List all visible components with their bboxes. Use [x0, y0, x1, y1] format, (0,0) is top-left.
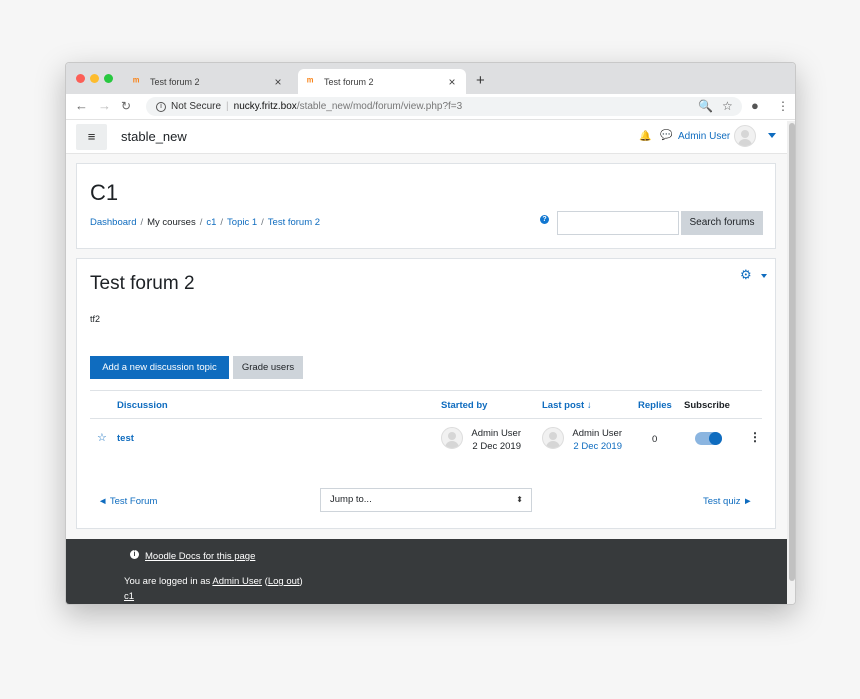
browser-tab-1[interactable]: ᵐ Test forum 2 ×	[124, 69, 292, 94]
moodle-page: ≡ stable_new 🔔 💬 Admin User C1 Dashboard…	[66, 121, 787, 604]
close-tab-icon[interactable]: ×	[272, 75, 284, 89]
logged-in-user-link[interactable]: Admin User	[212, 576, 262, 587]
address-bar[interactable]: i Not Secure | nucky.fritz.box/stable_ne…	[146, 97, 742, 116]
toggle-knob	[709, 432, 722, 445]
discussion-link[interactable]: test	[117, 433, 134, 444]
url-host: nucky.fritz.box	[233, 101, 297, 112]
breadcrumb-separator: /	[199, 217, 203, 228]
help-icon[interactable]: ?	[540, 215, 549, 224]
forum-intro: tf2	[90, 314, 101, 324]
select-arrows-icon: ⬍	[516, 495, 523, 504]
zoom-icon[interactable]: 🔍	[698, 99, 713, 113]
last-post-name[interactable]: Admin User	[567, 427, 622, 440]
page-footer: i Moodle Docs for this page You are logg…	[66, 539, 787, 604]
browser-tab-2[interactable]: ᵐ Test forum 2 ×	[298, 69, 466, 94]
forum-content: Test forum 2 ⚙ tf2 Add a new discussion …	[76, 258, 776, 529]
scrollbar[interactable]	[787, 121, 795, 604]
col-discussion[interactable]: Discussion	[117, 400, 168, 411]
browser-window: ᵐ Test forum 2 × ᵐ Test forum 2 × + ← → …	[65, 62, 796, 605]
notifications-bell-icon[interactable]: 🔔	[639, 131, 651, 142]
close-tab-icon[interactable]: ×	[446, 75, 458, 89]
breadcrumb-dashboard[interactable]: Dashboard	[90, 217, 136, 228]
tab-title: Test forum 2	[150, 76, 200, 87]
top-navbar: ≡ stable_new 🔔 💬 Admin User	[66, 121, 787, 154]
course-title: C1	[90, 180, 119, 205]
prev-activity-link[interactable]: ◄ Test Forum	[98, 496, 157, 507]
close-window-button[interactable]	[76, 74, 85, 83]
sort-arrow-icon: ↓	[586, 400, 592, 411]
started-by-name[interactable]: Admin User	[466, 427, 521, 440]
logged-in-info: You are logged in as Admin User (Log out…	[124, 576, 303, 587]
page-header: C1 Dashboard / My courses / c1/Topic 1/Test …	[76, 163, 776, 249]
col-replies[interactable]: Replies	[638, 400, 672, 411]
course-link[interactable]: c1	[124, 591, 134, 602]
separator: |	[226, 101, 229, 112]
last-post-cell: Admin User 2 Dec 2019	[567, 427, 622, 453]
url-path: /stable_new/mod/forum/view.php?f=3	[296, 101, 463, 112]
browser-toolbar: ← → ↻ i Not Secure | nucky.fritz.box/sta…	[66, 94, 795, 120]
info-icon: i	[130, 550, 139, 559]
started-by-date: 2 Dec 2019	[472, 441, 521, 452]
more-actions-icon[interactable]: ⋮	[749, 430, 761, 444]
started-by-cell: Admin User 2 Dec 2019	[466, 427, 521, 453]
col-last-post[interactable]: Last post ↓	[542, 400, 592, 411]
breadcrumb-course[interactable]: c1	[206, 217, 216, 228]
jump-to-value: Jump to...	[330, 494, 372, 505]
col-subscribe: Subscribe	[684, 400, 730, 411]
breadcrumb-forum[interactable]: Test forum 2	[268, 217, 320, 228]
search-forums-button[interactable]: Search forums	[681, 211, 763, 235]
discussion-table-header: Discussion Started by Last post ↓ Replie…	[90, 390, 762, 419]
jump-to-select[interactable]: Jump to... ⬍	[320, 488, 532, 512]
tab-strip: ᵐ Test forum 2 × ᵐ Test forum 2 × +	[66, 63, 795, 94]
bookmark-star-icon[interactable]: ☆	[722, 99, 733, 113]
breadcrumb-separator: /	[261, 217, 264, 228]
messages-icon[interactable]: 💬	[660, 130, 672, 141]
moodle-favicon-icon: ᵐ	[307, 75, 314, 88]
menu-icon[interactable]: ⋮	[777, 99, 789, 113]
forward-icon[interactable]: →	[98, 98, 111, 113]
grade-users-button[interactable]: Grade users	[233, 356, 303, 379]
replies-count: 0	[652, 434, 658, 445]
info-icon[interactable]: i	[156, 101, 166, 112]
profile-icon[interactable]: ●	[751, 98, 759, 113]
back-icon[interactable]: ←	[75, 98, 88, 113]
logout-link[interactable]: Log out	[268, 576, 300, 587]
scrollbar-thumb[interactable]	[789, 123, 795, 581]
new-tab-button[interactable]: +	[476, 72, 485, 89]
chevron-down-icon[interactable]	[761, 274, 767, 278]
logged-in-prefix: You are logged in as	[124, 576, 213, 587]
breadcrumb-separator: /	[140, 217, 144, 228]
avatar[interactable]	[441, 427, 463, 449]
forum-title: Test forum 2	[90, 273, 195, 294]
avatar[interactable]	[734, 125, 756, 147]
moodle-favicon-icon: ᵐ	[133, 75, 140, 88]
maximize-window-button[interactable]	[104, 74, 113, 83]
moodle-docs-link[interactable]: Moodle Docs for this page	[145, 551, 255, 562]
table-row: ☆ test Admin User 2 Dec 2019 Admin User …	[90, 420, 762, 458]
col-started-by[interactable]: Started by	[441, 400, 487, 411]
search-forums-input[interactable]	[557, 211, 679, 235]
security-label: Not Secure	[171, 101, 222, 112]
user-menu-name[interactable]: Admin User	[678, 131, 730, 142]
breadcrumb-topic[interactable]: Topic 1	[227, 217, 257, 228]
add-discussion-button[interactable]: Add a new discussion topic	[90, 356, 229, 379]
breadcrumb: Dashboard / My courses / c1/Topic 1/Test for…	[90, 217, 320, 228]
last-post-date[interactable]: 2 Dec 2019	[567, 440, 622, 453]
site-name[interactable]: stable_new	[121, 129, 187, 144]
next-activity-link[interactable]: Test quiz ►	[703, 496, 753, 507]
breadcrumb-separator: /	[220, 217, 224, 228]
gear-icon[interactable]: ⚙	[740, 267, 752, 283]
breadcrumb-my-courses: My courses	[147, 217, 196, 228]
col-last-post-label: Last post	[542, 400, 585, 411]
reload-icon[interactable]: ↻	[121, 99, 131, 113]
tab-title: Test forum 2	[324, 76, 374, 87]
chevron-down-icon[interactable]	[768, 133, 776, 138]
subscribe-toggle[interactable]	[695, 432, 722, 445]
logout-close: )	[299, 576, 303, 587]
drawer-toggle-button[interactable]: ≡	[76, 124, 107, 150]
minimize-window-button[interactable]	[90, 74, 99, 83]
star-icon[interactable]: ☆	[97, 431, 107, 444]
avatar[interactable]	[542, 427, 564, 449]
